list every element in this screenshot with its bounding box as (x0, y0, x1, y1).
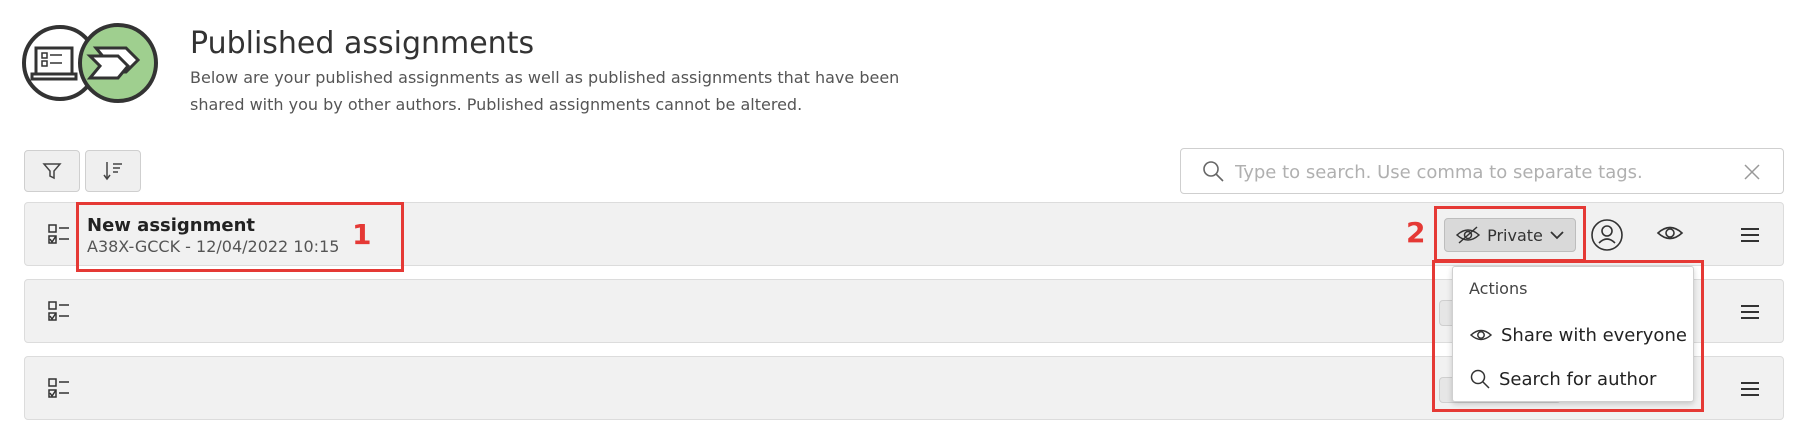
sort-button[interactable] (85, 150, 141, 192)
sort-icon (103, 162, 122, 181)
hamburger-menu-icon[interactable] (1739, 378, 1761, 400)
checklist-icon (48, 224, 69, 244)
callout-label-2: 2 (1406, 216, 1426, 249)
search-input[interactable] (1233, 155, 1717, 189)
checklist-icon (48, 378, 69, 398)
checklist-icon (48, 301, 69, 321)
search-icon (1203, 161, 1224, 182)
eye-icon[interactable] (1656, 222, 1684, 244)
hamburger-menu-icon[interactable] (1739, 301, 1761, 323)
callout-box-2-button (1434, 206, 1586, 262)
close-icon[interactable] (1743, 163, 1761, 181)
assignments-logo (22, 20, 162, 106)
filter-button[interactable] (24, 150, 80, 192)
filter-icon (42, 163, 62, 180)
page-description: Below are your published assignments as … (190, 68, 900, 114)
author-icon[interactable] (1590, 218, 1624, 252)
search-box[interactable] (1180, 148, 1784, 194)
callout-box-2-menu (1432, 260, 1704, 412)
callout-label-1: 1 (352, 218, 372, 251)
hamburger-menu-icon[interactable] (1739, 224, 1761, 246)
page-title: Published assignments (190, 26, 535, 61)
